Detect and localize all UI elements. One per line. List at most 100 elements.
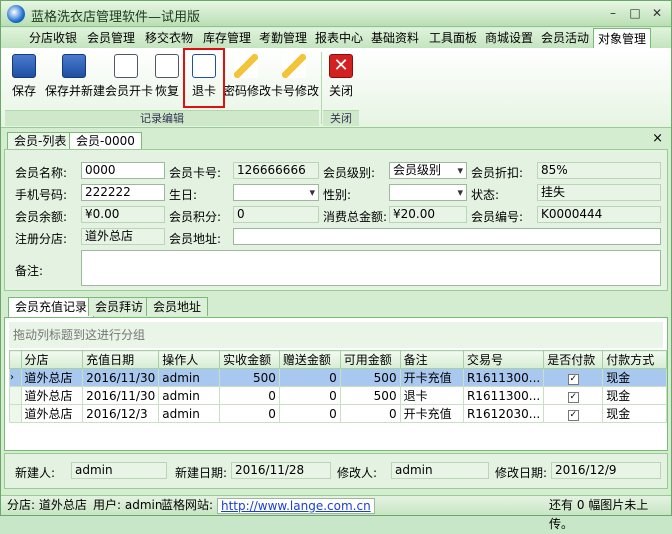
recharge-grid: 拖动列标题到这进行分组 分店 充值日期 操作人 实收金额 赠送金额 可用金额 备… — [4, 317, 668, 451]
card-no-field: 126666666 — [233, 162, 319, 179]
branch-label: 注册分店: — [15, 232, 68, 246]
points-label: 会员积分: — [169, 210, 222, 224]
menu-member-events[interactable]: 会员活动 — [537, 28, 593, 48]
floppy-disk-icon — [12, 54, 36, 78]
table-row[interactable]: 道外总店 2016/12/3 admin 0 0 0 开卡充值 R1612030… — [9, 404, 667, 423]
col-payment-method[interactable]: 付款方式 — [602, 350, 667, 369]
tab-member-visits[interactable]: 会员拜访 — [88, 297, 151, 316]
save-button[interactable]: 保存 — [7, 52, 41, 106]
col-date[interactable]: 充值日期 — [82, 350, 160, 369]
status-bar: 分店: 道外总店 用户: admin 蓝格网站: http://www.lang… — [1, 495, 671, 531]
group-separator — [321, 52, 322, 124]
address-field[interactable] — [233, 228, 661, 245]
menu-attendance[interactable]: 考勤管理 — [255, 28, 311, 48]
col-paid[interactable]: 是否付款 — [543, 350, 604, 369]
cell-transaction: R1611300... — [462, 386, 545, 405]
cell-paid[interactable]: ✓ — [543, 404, 604, 423]
close-button[interactable]: ✕ 关闭 — [325, 52, 357, 106]
tab-recharge-records[interactable]: 会员充值记录 — [8, 297, 95, 317]
records-table: 分店 充值日期 操作人 实收金额 赠送金额 可用金额 备注 交易号 是否付款 付… — [9, 350, 667, 423]
birthday-picker[interactable] — [233, 184, 319, 201]
menu-mall-settings[interactable]: 商城设置 — [481, 28, 537, 48]
change-password-button[interactable]: 密码修改 — [223, 52, 271, 106]
modifier-field: admin — [391, 462, 489, 479]
close-x-icon: ✕ — [329, 54, 353, 78]
tab-member-0000[interactable]: 会员-0000 — [69, 132, 142, 149]
col-transaction[interactable]: 交易号 — [462, 350, 545, 369]
group-by-hint: 拖动列标题到这进行分组 — [9, 322, 663, 348]
close-window-button[interactable]: ✕ — [649, 5, 665, 21]
menu-tools[interactable]: 工具面板 — [425, 28, 481, 48]
menu-basic-data[interactable]: 基础资料 — [367, 28, 423, 48]
cell-paid[interactable]: ✓ — [543, 386, 604, 405]
cell-bonus: 0 — [278, 404, 341, 423]
cell-payment: 现金 — [602, 386, 667, 405]
menu-transfer-clothes[interactable]: 移交衣物 — [141, 28, 197, 48]
birthday-label: 生日: — [169, 188, 198, 202]
cell-branch: 道外总店 — [20, 368, 84, 387]
col-branch[interactable]: 分店 — [20, 350, 84, 369]
cell-transaction: R1612030... — [462, 404, 545, 423]
paid-checkbox[interactable]: ✓ — [567, 374, 579, 385]
modified-date-field: 2016/12/9 — [551, 462, 661, 479]
cell-transaction: R1611300... — [462, 368, 545, 387]
menu-inventory[interactable]: 库存管理 — [199, 28, 255, 48]
group-label-close: 关闭 — [323, 110, 359, 126]
menu-reports[interactable]: 报表中心 — [311, 28, 367, 48]
paid-checkbox[interactable]: ✓ — [567, 410, 579, 421]
cell-payment: 现金 — [602, 368, 667, 387]
menu-member-mgmt[interactable]: 会员管理 — [83, 28, 139, 48]
open-card-button[interactable]: 会员开卡 — [105, 52, 153, 106]
status-unuploaded: 还有 0 幅图片未上传。 — [549, 498, 649, 531]
cell-received: 0 — [219, 386, 280, 405]
ribbon: 保存 保存并新建 会员开卡 恢复 退卡 密码修改 卡号修改 ✕ 关闭 记录编辑 … — [1, 48, 671, 128]
gender-select[interactable] — [389, 184, 467, 201]
table-header-row: 分店 充值日期 操作人 实收金额 赠送金额 可用金额 备注 交易号 是否付款 付… — [9, 350, 667, 369]
save-new-icon — [62, 54, 86, 78]
document-tabs: 会员-列表 会员-0000 × — [1, 129, 671, 149]
balance-field: ¥0.00 — [81, 206, 165, 223]
col-received[interactable]: 实收金额 — [219, 350, 280, 369]
created-date-label: 新建日期: — [175, 466, 228, 480]
group-label-record-edit: 记录编辑 — [5, 110, 319, 126]
menu-object-mgmt[interactable]: 对象管理 — [593, 28, 652, 49]
cell-paid[interactable]: ✓ — [543, 368, 604, 387]
member-name-field[interactable]: 0000 — [81, 162, 165, 179]
remark-label: 备注: — [15, 264, 44, 278]
tab-member-address[interactable]: 会员地址 — [146, 297, 209, 316]
save-and-new-button[interactable]: 保存并新建 — [45, 52, 105, 106]
paid-checkbox[interactable]: ✓ — [567, 392, 579, 403]
cell-operator: admin — [158, 404, 221, 423]
restore-button-ribbon[interactable]: 恢复 — [151, 52, 183, 106]
audit-footer: 新建人: admin 新建日期: 2016/11/28 修改人: admin 修… — [4, 453, 668, 489]
restore-button[interactable]: □ — [627, 5, 643, 21]
change-card-no-button[interactable]: 卡号修改 — [271, 52, 319, 106]
level-label: 会员级别: — [323, 166, 376, 180]
minimize-button[interactable]: – — [605, 5, 621, 21]
total-spend-field: ¥20.00 — [389, 206, 467, 223]
tab-member-list[interactable]: 会员-列表 — [7, 132, 74, 149]
col-remark[interactable]: 备注 — [399, 350, 464, 369]
member-id-label: 会员编号: — [471, 210, 524, 224]
table-row[interactable]: › 道外总店 2016/11/30 admin 500 0 500 开卡充值 R… — [9, 368, 667, 387]
col-operator[interactable]: 操作人 — [158, 350, 221, 369]
restore-card-icon — [155, 54, 179, 78]
title-bar: 蓝格洗衣店管理软件—试用版 – □ ✕ — [1, 1, 671, 27]
cell-bonus: 0 — [278, 386, 341, 405]
row-indicator-icon: › — [9, 368, 22, 387]
level-select[interactable]: 会员级别 — [389, 162, 467, 179]
website-link[interactable]: http://www.lange.com.cn — [217, 498, 375, 514]
menu-store-cashier[interactable]: 分店收银 — [25, 28, 81, 48]
close-tab-icon[interactable]: × — [652, 131, 663, 146]
col-bonus[interactable]: 赠送金额 — [278, 350, 341, 369]
phone-label: 手机号码: — [15, 188, 68, 202]
phone-field[interactable]: 222222 — [81, 184, 165, 201]
remark-textarea[interactable] — [81, 250, 661, 286]
cell-bonus: 0 — [278, 368, 341, 387]
table-row[interactable]: 道外总店 2016/11/30 admin 0 0 500 退卡 R161130… — [9, 386, 667, 405]
col-available[interactable]: 可用金额 — [339, 350, 401, 369]
discount-field: 85% — [537, 162, 661, 179]
menu-bar: 分店收银 会员管理 移交衣物 库存管理 考勤管理 报表中心 基础资料 工具面板 … — [1, 28, 671, 49]
branch-field: 道外总店 — [81, 228, 165, 245]
creator-label: 新建人: — [15, 466, 56, 480]
